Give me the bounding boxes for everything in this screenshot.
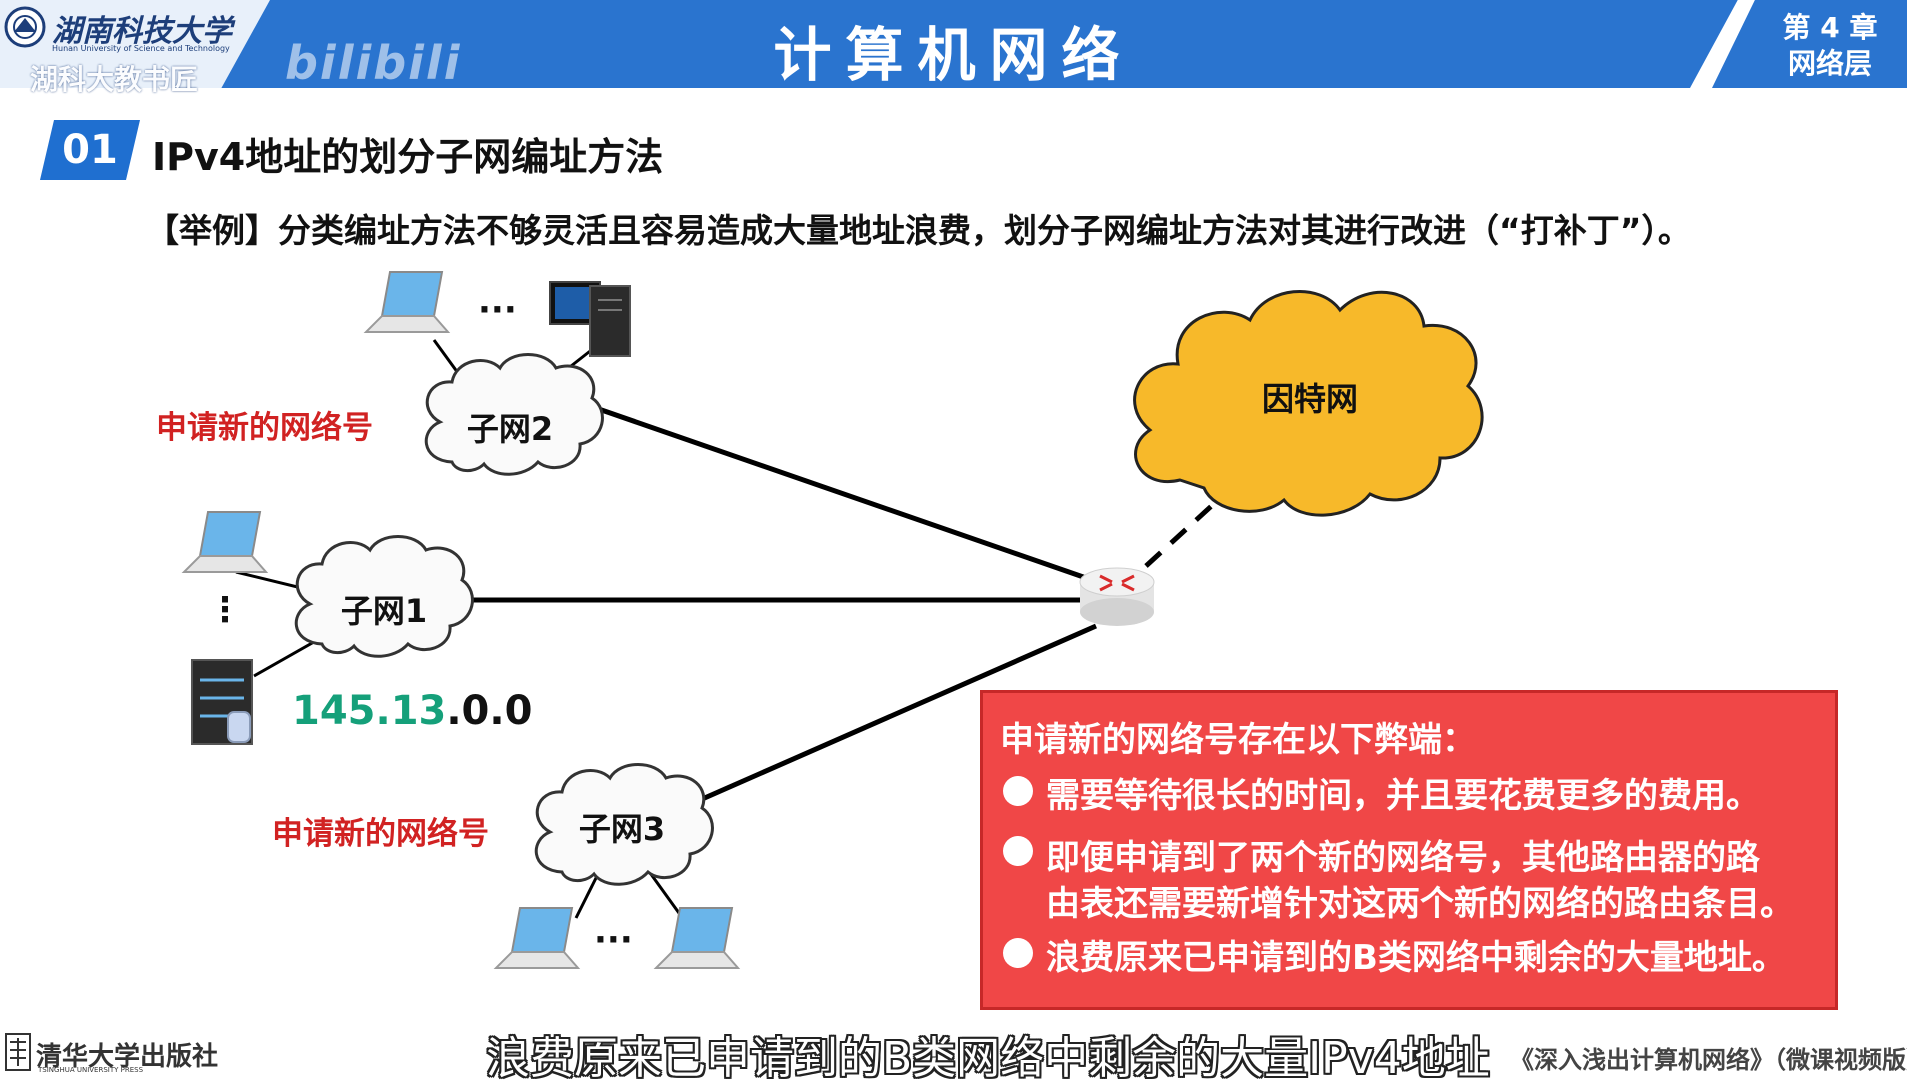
new-network-label-subnet2: 申请新的网络号 <box>156 410 373 446</box>
laptop-icon <box>181 511 269 573</box>
disadvantage-item-2-line1: 即便申请到了两个新的网络号，其他路由器的路 <box>1046 838 1760 878</box>
laptop-icon <box>363 271 451 333</box>
subnet1-label: 子网1 <box>341 592 427 630</box>
publisher-logo-icon <box>5 1033 31 1071</box>
disadvantages-title: 申请新的网络号存在以下弊端： <box>1000 720 1476 760</box>
ellipsis-subnet2-hosts: ··· <box>478 290 517 330</box>
bullet-icon <box>1003 836 1033 866</box>
book-title: 《深入浅出计算机网络》（微课视频版） <box>1510 1046 1907 1074</box>
desktop-computer-icon <box>549 281 631 357</box>
subnet2-label: 子网2 <box>467 410 553 448</box>
video-subtitle: 浪费原来已申请到的B类网络中剩余的大量IPv4地址 <box>486 1033 1490 1084</box>
disadvantage-item-1: 需要等待很长的时间，并且要花费更多的费用。 <box>1046 776 1760 816</box>
ellipsis-subnet1-hosts: ⋮ <box>208 590 242 630</box>
new-network-label-subnet3: 申请新的网络号 <box>272 816 489 852</box>
ip-network-part: 145.13 <box>292 688 447 734</box>
internet-label: 因特网 <box>1262 380 1358 418</box>
subnet1-cloud: 子网1 <box>294 535 474 658</box>
subnet1-ip-address: 145.13.0.0 <box>292 688 532 734</box>
laptop-icon <box>653 907 741 969</box>
subnet3-cloud: 子网3 <box>534 763 714 886</box>
link-router-internet <box>1144 498 1220 568</box>
internet-cloud: 因特网 <box>1133 290 1484 517</box>
laptop-icon <box>493 907 581 969</box>
bullet-icon <box>1003 776 1033 806</box>
server-icon <box>191 659 253 745</box>
subnet3-label: 子网3 <box>579 810 665 848</box>
disadvantage-item-3: 浪费原来已申请到的B类网络中剩余的大量地址。 <box>1046 938 1786 978</box>
router-icon <box>1079 567 1155 626</box>
bullet-icon <box>1003 938 1033 968</box>
link-subnet2-router <box>589 403 1093 583</box>
ellipsis-subnet3-hosts: ··· <box>594 920 633 960</box>
subnet2-cloud: 子网2 <box>424 353 604 476</box>
publisher-name-en: TSINGHUA UNIVERSITY PRESS <box>38 1066 144 1074</box>
ip-host-part: .0.0 <box>446 688 533 734</box>
disadvantage-item-2-line2: 由表还需要新增针对这两个新的网络的路由条目。 <box>1046 884 1794 924</box>
